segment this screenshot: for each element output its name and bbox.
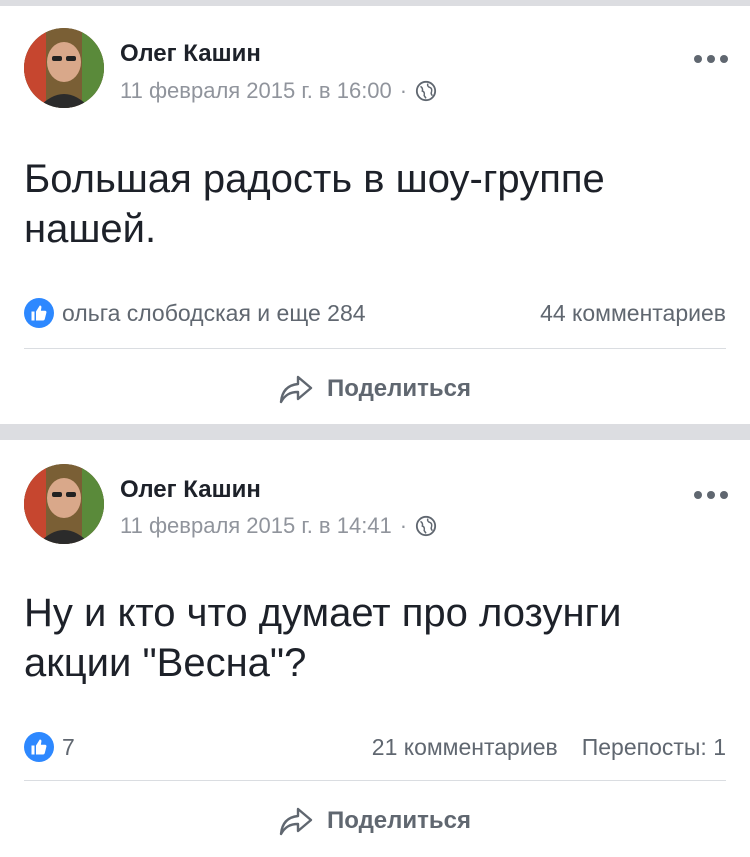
more-options-icon[interactable]	[694, 54, 728, 64]
globe-icon	[416, 80, 437, 102]
meta-dot: ·	[399, 78, 408, 103]
post-stats: 7 21 комментариев Перепосты: 1	[24, 730, 726, 764]
avatar-photo	[24, 464, 104, 544]
post-1: Олег Кашин 11 февраля 2015 г. в 16:00 · …	[0, 6, 750, 424]
post-text: Ну и кто что думает про лозунги акции "В…	[24, 591, 622, 685]
share-button[interactable]: Поделиться	[0, 364, 750, 414]
like-icon	[24, 298, 54, 328]
reposts-count[interactable]: Перепосты: 1	[582, 734, 726, 761]
post-meta: 11 февраля 2015 г. в 14:41 ·	[120, 513, 437, 539]
post-divider	[0, 424, 750, 440]
stats-divider	[24, 348, 726, 349]
post-timestamp[interactable]: 11 февраля 2015 г. в 16:00	[120, 78, 392, 104]
share-label: Поделиться	[326, 807, 472, 834]
more-options-icon[interactable]	[694, 490, 728, 500]
post-2: Олег Кашин 11 февраля 2015 г. в 14:41 · …	[0, 440, 750, 857]
author-name[interactable]: Олег Кашин	[120, 476, 261, 504]
author-avatar[interactable]	[24, 464, 104, 544]
post-stats: ольга слободская и еще 284 44 комментари…	[24, 296, 726, 330]
author-name[interactable]: Олег Кашин	[120, 40, 261, 68]
share-icon	[279, 375, 313, 404]
stats-divider	[24, 780, 726, 781]
globe-icon	[416, 515, 437, 537]
comments-count[interactable]: 44 комментариев	[540, 300, 726, 327]
avatar-photo	[24, 28, 104, 108]
likes-count[interactable]: 7	[62, 734, 75, 761]
meta-dot: ·	[399, 513, 408, 538]
like-icon	[24, 732, 54, 762]
author-avatar[interactable]	[24, 28, 104, 108]
comments-count[interactable]: 21 комментариев	[372, 734, 558, 761]
post-meta: 11 февраля 2015 г. в 16:00 ·	[120, 78, 437, 104]
share-icon	[279, 807, 313, 836]
share-button[interactable]: Поделиться	[0, 796, 750, 846]
share-label: Поделиться	[326, 375, 472, 402]
likes-text[interactable]: ольга слободская и еще 284	[62, 300, 366, 327]
post-timestamp[interactable]: 11 февраля 2015 г. в 14:41	[120, 513, 392, 539]
post-text: Большая радость в шоу-группе нашей.	[24, 157, 605, 251]
